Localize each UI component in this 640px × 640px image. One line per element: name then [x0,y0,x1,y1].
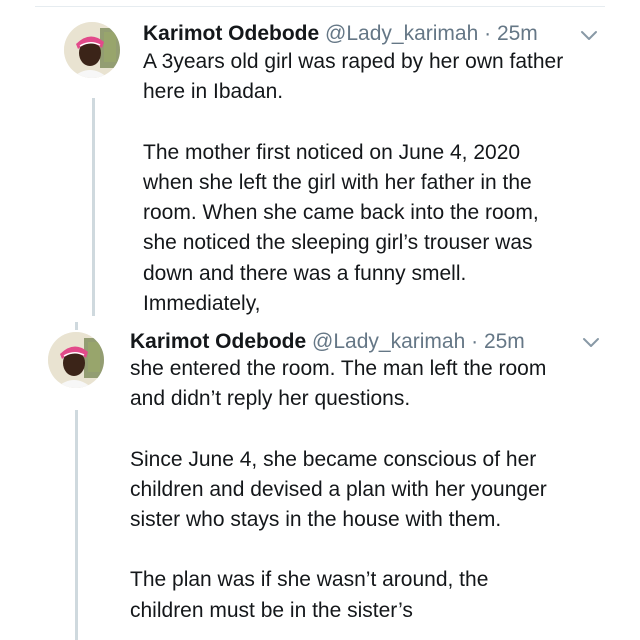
separator-dot: · [484,22,492,45]
timestamp[interactable]: 25m [484,330,525,353]
tweet-text-line: The mother first noticed on June 4, 2020 [143,140,521,164]
tweet-text-line: The plan was if she wasn’t around, the [130,568,489,592]
tweet-header: Karimot Odebode @Lady_karimah · 25m [130,329,525,355]
author-name[interactable]: Karimot Odebode [130,330,306,353]
author-handle[interactable]: @Lady_karimah [312,330,465,353]
separator-dot: · [471,330,479,353]
tweet-text-line: she noticed the sleeping girl’s trouser … [143,231,533,255]
profile-photo [64,22,120,78]
tweet-text-line: when she left the girl with her father i… [143,170,532,194]
thread-connector-line [75,410,78,640]
tweet-text-line: children and devised a plan with her you… [130,477,547,501]
thread-connector-line [75,322,78,330]
chevron-down-icon[interactable] [580,331,602,353]
tweet-text-line: Immediately, [143,292,261,316]
chevron-down-icon[interactable] [578,24,600,46]
author-name[interactable]: Karimot Odebode [143,22,319,45]
tweet-text: she entered the room. The man left the r… [130,354,547,626]
tweet-text-line: here in Ibadan. [143,80,284,104]
tweet-text: A 3years old girl was raped by her own f… [143,47,563,319]
tweet-text-line: sister who stays in the house with them. [130,508,502,532]
thread-connector-line [92,98,95,316]
tweet-text-line: she entered the room. The man left the r… [130,357,547,380]
divider [35,6,605,7]
avatar[interactable] [64,22,120,78]
tweet-thread: Karimot Odebode @Lady_karimah · 25m A 3y… [0,0,640,640]
tweet-header: Karimot Odebode @Lady_karimah · 25m [143,21,538,47]
tweet-text-line: children must be in the sister’s [130,598,413,622]
tweet-text-line: and didn’t reply her questions. [130,387,411,411]
tweet-text-line: down and there was a funny smell. [143,261,467,285]
profile-photo [48,332,104,388]
tweet-text-line: A 3years old girl was raped by her own f… [143,50,564,73]
tweet-text-line: room. When she came back into the room, [143,201,539,225]
avatar[interactable] [48,332,104,388]
tweet-text-line: Since June 4, she became conscious of he… [130,447,537,471]
timestamp[interactable]: 25m [497,22,538,45]
author-handle[interactable]: @Lady_karimah [325,22,478,45]
